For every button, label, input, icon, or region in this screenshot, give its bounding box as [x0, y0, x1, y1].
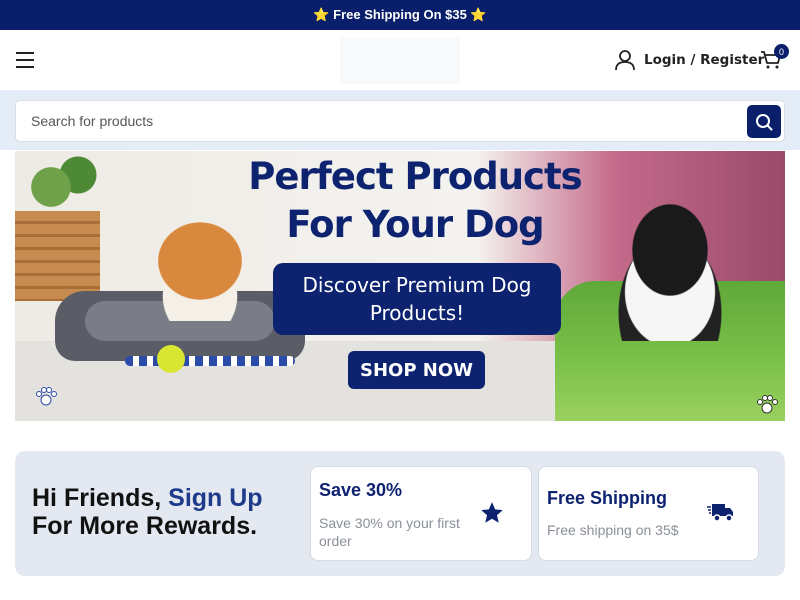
rope-toy-image: [125, 356, 295, 366]
banner-title: Perfect Products For Your Dog: [205, 153, 625, 249]
signup-heading-line2: For More Rewards.: [32, 512, 258, 540]
paw-icon: [754, 392, 780, 418]
sign-up-link[interactable]: Sign Up: [168, 484, 262, 512]
hamburger-icon[interactable]: [16, 52, 34, 68]
announcement-text: ⭐ Free Shipping On $35 ⭐: [313, 7, 487, 22]
banner-subtitle-line2: Products!: [369, 301, 465, 325]
banner-subtitle: Discover Premium Dog Products!: [273, 263, 561, 335]
signup-heading-prefix: Hi Friends,: [32, 484, 169, 512]
delivery-truck-icon: [707, 504, 733, 522]
search-box: [15, 100, 785, 142]
promo-section: Hi Friends, Sign Up For More Rewards. Sa…: [15, 451, 785, 576]
search-bar-area: [0, 90, 800, 150]
login-register-label: Login / Register: [644, 52, 765, 68]
user-icon: [615, 50, 635, 71]
star-icon: [481, 502, 503, 523]
save-30-card: Save 30% Save 30% on your first order: [310, 466, 532, 561]
banner-title-line2: For Your Dog: [286, 203, 544, 246]
hero-banner[interactable]: Perfect Products For Your Dog Discover P…: [15, 151, 785, 421]
search-button[interactable]: [747, 105, 781, 138]
search-icon: [756, 113, 773, 130]
cart-button[interactable]: 0: [760, 44, 789, 72]
card-title: Save 30%: [319, 480, 403, 500]
card-title: Free Shipping: [547, 488, 668, 508]
search-input[interactable]: [31, 101, 731, 141]
card-description: Free shipping on 35$: [547, 522, 679, 538]
banner-subtitle-line1: Discover Premium Dog: [302, 273, 532, 297]
tennis-ball-image: [157, 345, 185, 373]
paw-icon: [33, 384, 59, 410]
cart-count-badge: 0: [774, 44, 789, 59]
card-description: Save 30% on your first order: [319, 515, 460, 549]
announcement-bar: ⭐ Free Shipping On $35 ⭐: [0, 0, 800, 30]
plant-decoration: [15, 151, 105, 211]
login-register-link[interactable]: Login / Register: [614, 48, 764, 72]
shop-now-button[interactable]: SHOP NOW: [348, 351, 485, 389]
site-header: Login / Register 0: [0, 30, 800, 90]
free-shipping-card: Free Shipping Free shipping on 35$: [538, 466, 759, 561]
signup-heading: Hi Friends, Sign Up For More Rewards.: [32, 484, 263, 540]
banner-title-line1: Perfect Products: [248, 155, 582, 198]
site-logo[interactable]: [340, 38, 460, 84]
wooden-crate-image: [15, 211, 100, 301]
